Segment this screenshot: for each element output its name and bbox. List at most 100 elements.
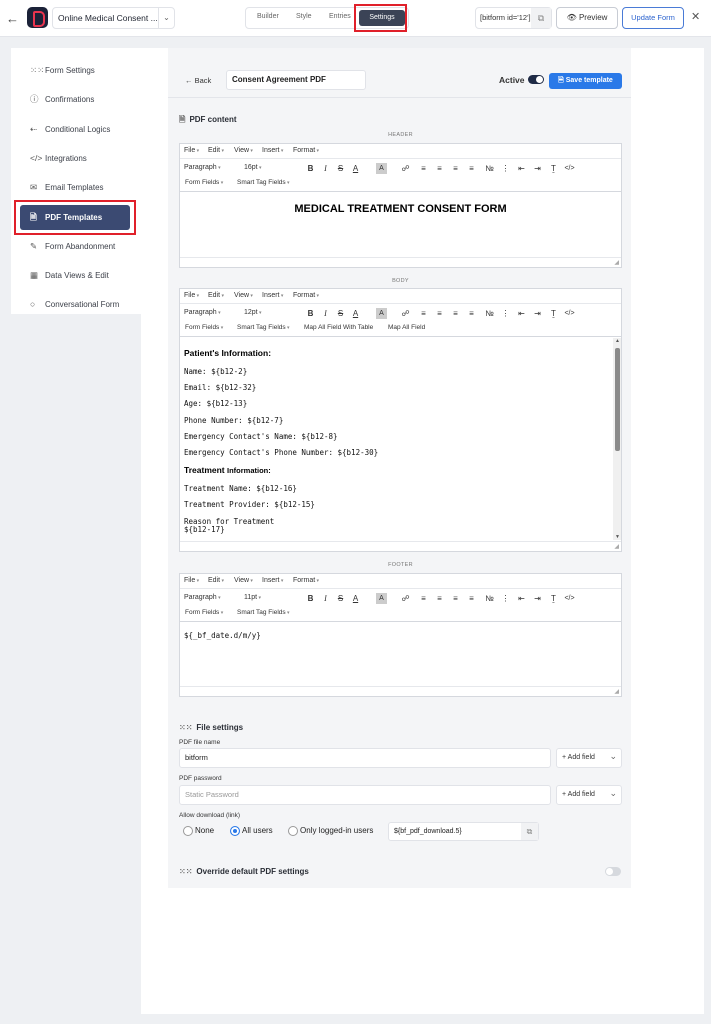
menu-edit[interactable]: Edit: [208, 292, 224, 299]
text-color-icon[interactable]: A: [350, 308, 361, 319]
resize-handle[interactable]: [180, 541, 621, 551]
align-right-icon[interactable]: ≡: [450, 308, 461, 319]
download-link-field[interactable]: ${bf_pdf_download.5} ⧉: [388, 822, 539, 841]
indent-icon[interactable]: ⇥: [532, 163, 543, 174]
link-icon[interactable]: ☍: [400, 163, 411, 174]
menu-insert[interactable]: Insert: [262, 577, 283, 584]
text-color-icon[interactable]: A: [350, 163, 361, 174]
menu-edit[interactable]: Edit: [208, 577, 224, 584]
body-scrollbar[interactable]: ▲ ▼: [613, 338, 621, 540]
align-justify-icon[interactable]: ≡: [466, 308, 477, 319]
update-form-button[interactable]: Update Form: [622, 7, 684, 29]
add-field-select[interactable]: + Add field: [556, 784, 622, 805]
menu-view[interactable]: View: [234, 292, 253, 299]
resize-handle[interactable]: [180, 686, 621, 696]
menu-view[interactable]: View: [234, 577, 253, 584]
clear-format-icon[interactable]: Ṯ: [548, 308, 559, 319]
map-all-field-button[interactable]: Map All Field: [388, 324, 425, 331]
block-format-select[interactable]: Paragraph: [184, 594, 221, 601]
numbered-list-icon[interactable]: №: [484, 593, 495, 604]
sidebar-item-form-abandonment[interactable]: ✎ Form Abandonment: [20, 234, 130, 259]
smart-tag-fields-dropdown[interactable]: Smart Tag Fields: [237, 324, 290, 331]
bullet-list-icon[interactable]: ⋮: [500, 163, 511, 174]
italic-icon[interactable]: I: [320, 593, 331, 604]
menu-view[interactable]: View: [234, 147, 253, 154]
pdf-password-input[interactable]: Static Password: [179, 785, 551, 805]
radio-all-users[interactable]: All users: [230, 826, 273, 836]
highlight-color-icon[interactable]: A: [376, 163, 387, 174]
indent-icon[interactable]: ⇥: [532, 593, 543, 604]
back-button[interactable]: ← Back: [185, 76, 211, 85]
tab-style[interactable]: Style: [296, 13, 312, 20]
form-name-select[interactable]: Online Medical Consent ... ⌄: [52, 7, 175, 29]
map-all-field-with-table-button[interactable]: Map All Field With Table: [304, 324, 373, 331]
strikethrough-icon[interactable]: S: [335, 308, 346, 319]
shortcode-field[interactable]: [bitform id='12'] ⧉: [475, 7, 552, 29]
sidebar-item-conditional-logics[interactable]: ⇠ Conditional Logics: [20, 117, 130, 142]
sidebar-item-email-templates[interactable]: ✉ Email Templates: [20, 175, 130, 200]
tab-builder[interactable]: Builder: [257, 13, 279, 20]
add-field-select[interactable]: + Add field: [556, 747, 622, 768]
close-icon[interactable]: ✕: [691, 10, 700, 23]
source-code-icon[interactable]: </>: [564, 308, 575, 319]
sidebar-item-conversational-form[interactable]: ○ Conversational Form: [20, 292, 130, 314]
align-left-icon[interactable]: ≡: [418, 163, 429, 174]
menu-format[interactable]: Format: [293, 577, 319, 584]
sidebar-item-data-views[interactable]: ▦ Data Views & Edit: [20, 263, 130, 288]
menu-insert[interactable]: Insert: [262, 147, 283, 154]
smart-tag-fields-dropdown[interactable]: Smart Tag Fields: [237, 179, 290, 186]
sidebar-item-form-settings[interactable]: ⁙⁙ Form Settings: [20, 58, 130, 83]
highlight-color-icon[interactable]: A: [376, 593, 387, 604]
align-left-icon[interactable]: ≡: [418, 308, 429, 319]
link-icon[interactable]: ☍: [400, 593, 411, 604]
font-size-select[interactable]: 12pt: [244, 309, 262, 316]
sidebar-item-confirmations[interactable]: ⓘ Confirmations: [20, 87, 130, 112]
active-toggle[interactable]: [528, 75, 544, 84]
bullet-list-icon[interactable]: ⋮: [500, 593, 511, 604]
override-toggle[interactable]: [605, 867, 621, 876]
outdent-icon[interactable]: ⇤: [516, 308, 527, 319]
save-template-button[interactable]: 🗎︎ Save template: [549, 73, 622, 89]
menu-insert[interactable]: Insert: [262, 292, 283, 299]
outdent-icon[interactable]: ⇤: [516, 593, 527, 604]
scroll-thumb[interactable]: [615, 348, 620, 451]
copy-icon[interactable]: ⧉: [521, 823, 538, 840]
pdf-file-name-input[interactable]: bitform: [179, 748, 551, 768]
align-right-icon[interactable]: ≡: [450, 163, 461, 174]
block-format-select[interactable]: Paragraph: [184, 309, 221, 316]
align-center-icon[interactable]: ≡: [434, 163, 445, 174]
strikethrough-icon[interactable]: S: [335, 593, 346, 604]
text-color-icon[interactable]: A: [350, 593, 361, 604]
sidebar-item-integrations[interactable]: </> Integrations: [20, 146, 130, 171]
menu-file[interactable]: File: [184, 577, 199, 584]
scroll-down-icon[interactable]: ▼: [615, 534, 620, 540]
align-center-icon[interactable]: ≡: [434, 593, 445, 604]
tab-entries[interactable]: Entries: [329, 13, 351, 20]
copy-icon[interactable]: ⧉: [531, 8, 551, 28]
menu-file[interactable]: File: [184, 147, 199, 154]
preview-button[interactable]: 👁︎ Preview: [556, 7, 618, 29]
scroll-up-icon[interactable]: ▲: [615, 338, 620, 344]
italic-icon[interactable]: I: [320, 163, 331, 174]
italic-icon[interactable]: I: [320, 308, 331, 319]
highlight-color-icon[interactable]: A: [376, 308, 387, 319]
radio-none[interactable]: None: [183, 826, 214, 836]
chevron-down-icon[interactable]: ⌄: [158, 8, 174, 28]
bold-icon[interactable]: B: [305, 308, 316, 319]
block-format-select[interactable]: Paragraph: [184, 164, 221, 171]
menu-format[interactable]: Format: [293, 292, 319, 299]
resize-handle[interactable]: [180, 257, 621, 267]
footer-content-area[interactable]: ${_bf_date.d/m/y}: [180, 623, 621, 687]
clear-format-icon[interactable]: Ṯ: [548, 163, 559, 174]
header-content-area[interactable]: MEDICAL TREATMENT CONSENT FORM: [180, 193, 621, 258]
clear-format-icon[interactable]: Ṯ: [548, 593, 559, 604]
menu-format[interactable]: Format: [293, 147, 319, 154]
form-fields-dropdown[interactable]: Form Fields: [185, 609, 223, 616]
indent-icon[interactable]: ⇥: [532, 308, 543, 319]
link-icon[interactable]: ☍: [400, 308, 411, 319]
smart-tag-fields-dropdown[interactable]: Smart Tag Fields: [237, 609, 290, 616]
font-size-select[interactable]: 16pt: [244, 164, 262, 171]
source-code-icon[interactable]: </>: [564, 593, 575, 604]
align-left-icon[interactable]: ≡: [418, 593, 429, 604]
bullet-list-icon[interactable]: ⋮: [500, 308, 511, 319]
